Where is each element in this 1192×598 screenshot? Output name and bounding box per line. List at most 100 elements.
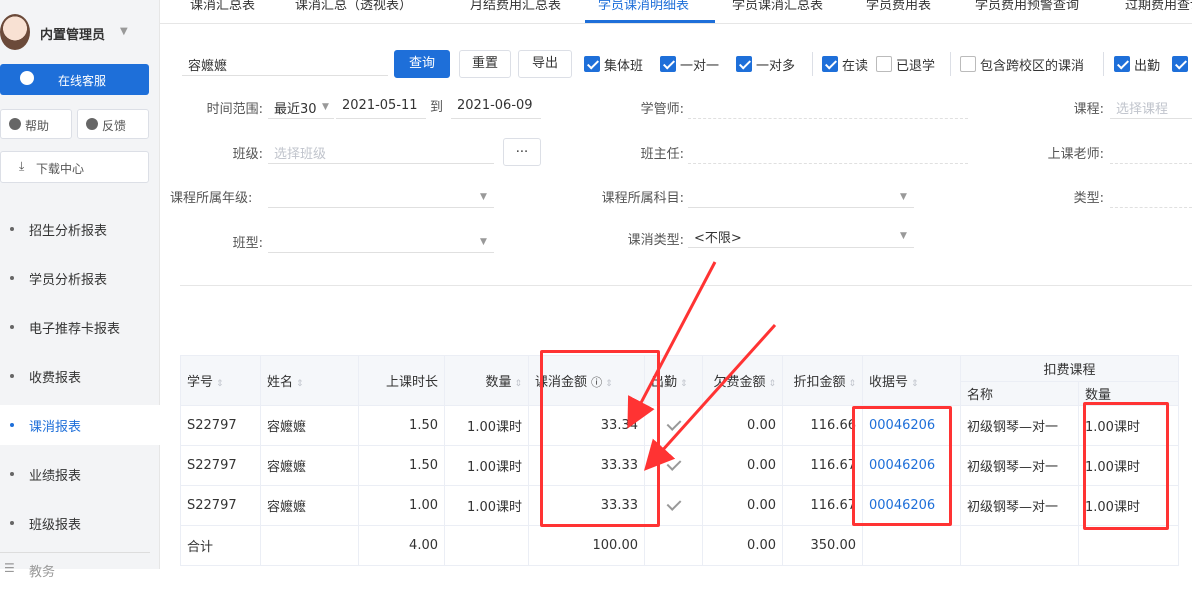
cell-name: 容嬷嬷 xyxy=(260,485,359,526)
date-to-label: 到 xyxy=(430,100,444,115)
cell-student-id: S22797 xyxy=(180,405,261,446)
head-teacher-select[interactable] xyxy=(688,138,968,164)
cell-name: 容嬷嬷 xyxy=(260,405,359,446)
cell-student-id: S22797 xyxy=(180,485,261,526)
cell-student-id: S22797 xyxy=(180,445,261,486)
bullet-icon xyxy=(10,423,14,427)
sort-icon[interactable]: ⇕ xyxy=(848,379,856,389)
tab-consume-pivot[interactable]: 课消汇总（透视表） xyxy=(295,0,412,13)
class-label: 班级: xyxy=(232,147,263,162)
divider xyxy=(950,52,951,76)
col-hours: 上课时长 xyxy=(358,355,445,406)
class-type-label: 班型: xyxy=(232,236,263,251)
cell-discount-amount: 116.67 xyxy=(782,485,863,526)
sidebar: 内置管理员 ▼ 在线客服 帮助 反馈 ⤓ 下载中心 招生分析报表 学员分析报表 … xyxy=(0,0,160,580)
tab-fee-warning[interactable]: 学员费用预警查询 xyxy=(975,0,1079,13)
consume-type-select[interactable]: <不限> ▼ xyxy=(688,222,914,248)
menu-item-academic[interactable]: ☰ 教务 xyxy=(0,558,160,598)
cell-course-name: 初级钢琴—对一 xyxy=(960,445,1079,486)
col-group-deduct-course: 扣费课程 xyxy=(960,355,1179,382)
feedback-button[interactable]: 反馈 xyxy=(77,109,149,139)
chevron-down-icon: ▼ xyxy=(900,231,907,241)
chevron-down-icon: ▼ xyxy=(480,192,487,202)
consume-type-label: 课消类型: xyxy=(627,233,684,248)
sort-icon[interactable]: ⇕ xyxy=(911,379,919,389)
manager-select[interactable] xyxy=(688,93,968,119)
cell-total-owed: 0.00 xyxy=(702,525,783,566)
date-from-input[interactable]: 2021-05-11 xyxy=(336,93,426,119)
menu-icon: ☰ xyxy=(4,561,15,575)
tab-student-consume-detail[interactable]: 学员课消明细表 xyxy=(598,0,689,13)
tab-student-consume-summary[interactable]: 学员课消汇总表 xyxy=(732,0,823,13)
menu-item-class-report[interactable]: 班级报表 xyxy=(0,503,160,543)
tab-student-fee[interactable]: 学员费用表 xyxy=(866,0,931,13)
chevron-down-icon[interactable]: ▼ xyxy=(120,26,128,37)
teacher-select[interactable] xyxy=(1110,138,1192,164)
course-input[interactable]: 选择课程 xyxy=(1110,93,1192,119)
tab-consume-summary[interactable]: 课消汇总表 xyxy=(190,0,255,13)
chevron-down-icon: ▼ xyxy=(322,102,329,112)
col-receipt-no[interactable]: 收据号 ⇕ xyxy=(862,355,961,406)
help-icon xyxy=(9,118,21,130)
query-button[interactable]: 查询 xyxy=(394,50,450,78)
user-name[interactable]: 内置管理员 xyxy=(40,24,105,43)
tab-expired-fee[interactable]: 过期费用查询 xyxy=(1125,0,1192,13)
type-label: 类型: xyxy=(1073,191,1104,206)
menu-item-performance-report[interactable]: 业绩报表 xyxy=(0,454,160,494)
help-button[interactable]: 帮助 xyxy=(0,109,72,139)
menu-item-ecard-report[interactable]: 电子推荐卡报表 xyxy=(0,307,160,347)
cell-total-label: 合计 xyxy=(180,525,261,566)
cell-course-name: 初级钢琴—对一 xyxy=(960,485,1079,526)
online-service-button[interactable]: 在线客服 xyxy=(0,64,149,95)
bullet-icon xyxy=(10,227,14,231)
type-select[interactable] xyxy=(1110,182,1192,208)
divider xyxy=(812,52,813,76)
col-course-name: 名称 xyxy=(960,381,1079,406)
class-input[interactable]: 选择班级 xyxy=(268,138,494,164)
chevron-down-icon: ▼ xyxy=(900,192,907,202)
bullet-icon xyxy=(10,374,14,378)
menu-item-fee-report[interactable]: 收费报表 xyxy=(0,356,160,396)
course-label: 课程: xyxy=(1073,102,1104,117)
checkbox-icon xyxy=(584,56,600,72)
reset-button[interactable]: 重置 xyxy=(459,50,511,78)
arrow-to-amount xyxy=(627,261,717,429)
col-student-id[interactable]: 学号 ⇕ xyxy=(180,355,261,406)
grade-label: 课程所属年级: xyxy=(170,191,253,206)
sort-icon[interactable]: ⇕ xyxy=(514,379,522,389)
subject-label: 课程所属科目: xyxy=(601,191,684,206)
cell-hours: 1.00 xyxy=(358,485,445,526)
table-total-row: 合计 4.00 100.00 0.00 350.00 xyxy=(180,525,1179,566)
menu-item-consume-report[interactable]: 课消报表 xyxy=(0,405,160,445)
manager-label: 学管师: xyxy=(640,102,684,117)
export-button[interactable]: 导出 xyxy=(518,50,572,78)
sort-icon[interactable]: ⇕ xyxy=(216,379,224,389)
class-picker-button[interactable]: ... xyxy=(503,138,541,166)
menu-item-enrollment-report[interactable]: 招生分析报表 xyxy=(0,209,160,249)
cell-owed-amount: 0.00 xyxy=(702,485,783,526)
report-tabs: 课消汇总表 课消汇总（透视表） 月结费用汇总表 学员课消明细表 学员课消汇总表 … xyxy=(160,0,1192,24)
col-name[interactable]: 姓名 ⇕ xyxy=(260,355,359,406)
cell-hours: 1.50 xyxy=(358,445,445,486)
checkbox-icon xyxy=(660,56,676,72)
checkbox-icon xyxy=(960,56,976,72)
bullet-icon xyxy=(10,325,14,329)
tab-monthly-fee[interactable]: 月结费用汇总表 xyxy=(470,0,561,13)
student-name-input[interactable]: 容嬷嬷 xyxy=(182,50,388,76)
cell-total-discount: 350.00 xyxy=(782,525,863,566)
menu-item-student-report[interactable]: 学员分析报表 xyxy=(0,258,160,298)
annotation-box-course-qty xyxy=(1083,402,1169,530)
class-type-select[interactable]: ▼ xyxy=(268,227,494,253)
chevron-down-icon: ▼ xyxy=(480,237,487,247)
download-center-button[interactable]: ⤓ 下载中心 xyxy=(0,151,149,183)
annotation-arrows xyxy=(627,261,777,471)
sort-icon[interactable]: ⇕ xyxy=(296,379,304,389)
avatar[interactable] xyxy=(0,14,30,50)
col-quantity[interactable]: 数量 ⇕ xyxy=(444,355,529,406)
grade-select[interactable]: ▼ xyxy=(268,182,494,208)
time-range-select[interactable]: 最近30 ▼ xyxy=(268,93,334,119)
checkbox-icon xyxy=(876,56,892,72)
subject-select[interactable]: ▼ xyxy=(688,182,914,208)
date-to-input[interactable]: 2021-06-09 xyxy=(451,93,541,119)
table-row[interactable]: S22797 容嬷嬷 1.00 1.00课时 33.33 0.00 116.67… xyxy=(180,485,1179,526)
